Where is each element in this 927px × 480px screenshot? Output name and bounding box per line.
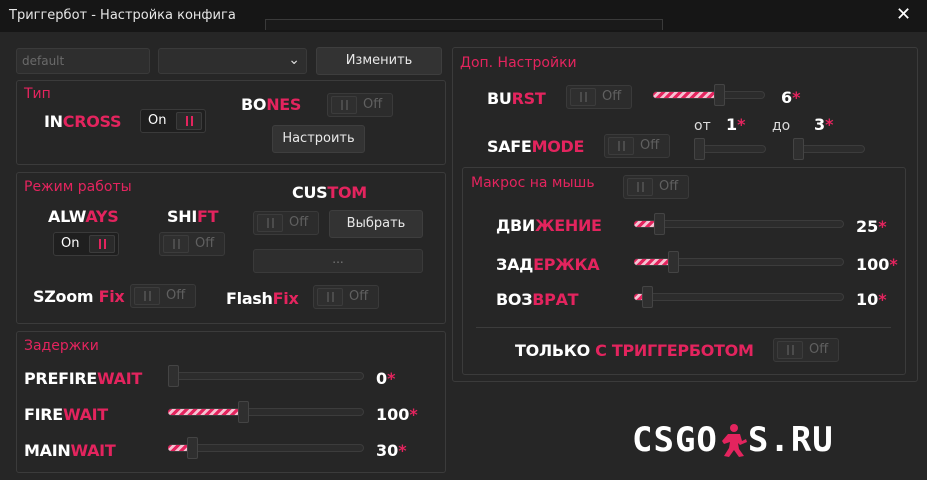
csgo-logo-watermark: CSGO S.RU xyxy=(632,420,834,460)
delay-label: ЗАДЕРЖКА xyxy=(496,255,600,274)
safemode-to-slider[interactable] xyxy=(793,138,865,160)
shift-toggle[interactable]: Off xyxy=(159,232,225,256)
flash-fix-label: FlashFix xyxy=(226,289,299,308)
szoom-fix-toggle[interactable]: Off xyxy=(130,284,196,308)
window-title: Триггербот - Настройка конфига xyxy=(9,8,236,23)
mode-panel-title: Режим работы xyxy=(24,179,132,195)
burst-slider[interactable] xyxy=(653,84,765,106)
main-wait-value: 30* xyxy=(376,441,407,460)
prefire-wait-label: PREFIREWAIT xyxy=(24,369,142,388)
only-with-triggerbot-label: ТОЛЬКО С ТРИГГЕРБОТОМ xyxy=(515,341,754,360)
config-name-input[interactable]: default xyxy=(16,48,150,74)
slider-thumb[interactable] xyxy=(168,365,179,387)
to-label: до xyxy=(772,118,791,134)
fire-wait-slider[interactable] xyxy=(168,401,364,423)
movement-label: ДВИЖЕНИЕ xyxy=(496,216,602,235)
soldier-icon xyxy=(721,424,747,457)
prefire-wait-slider[interactable] xyxy=(168,365,364,387)
slider-thumb[interactable] xyxy=(238,401,249,423)
bones-label: BONES xyxy=(241,95,302,114)
safemode-from-slider[interactable] xyxy=(694,138,766,160)
config-dropdown[interactable]: ⌄ xyxy=(158,48,307,74)
shift-label: SHIFT xyxy=(167,207,219,226)
toggle-knob xyxy=(608,137,634,155)
custom-toggle[interactable]: Off xyxy=(253,211,319,235)
only-with-triggerbot-toggle[interactable]: Off xyxy=(773,338,839,362)
mouse-macro-toggle[interactable]: Off xyxy=(623,175,689,199)
slider-thumb[interactable] xyxy=(654,213,665,235)
movement-value: 25* xyxy=(856,217,887,236)
slider-thumb[interactable] xyxy=(714,84,725,106)
toggle-knob xyxy=(627,178,653,196)
slider-thumb[interactable] xyxy=(694,138,705,160)
app-window: Триггербот - Настройка конфига ✕ default… xyxy=(0,0,927,480)
delays-panel-title: Задержки xyxy=(24,338,99,354)
toggle-knob xyxy=(163,235,189,253)
macro-divider xyxy=(476,327,891,328)
delay-value: 100* xyxy=(856,255,898,274)
bones-toggle[interactable]: Off xyxy=(327,93,393,117)
always-label: ALWAYS xyxy=(48,207,119,226)
delay-slider[interactable] xyxy=(634,251,844,273)
chevron-down-icon: ⌄ xyxy=(288,52,300,68)
toggle-knob xyxy=(317,288,343,306)
mouse-macro-title: Макрос на мышь xyxy=(471,175,595,191)
szoom-fix-label: SZoom Fix xyxy=(33,287,125,306)
change-button[interactable]: Изменить xyxy=(316,47,442,75)
toggle-knob xyxy=(134,287,160,305)
to-value: 3* xyxy=(814,115,834,134)
close-icon[interactable]: ✕ xyxy=(896,4,911,25)
slider-thumb[interactable] xyxy=(668,251,679,273)
safemode-toggle[interactable]: Off xyxy=(604,134,670,158)
always-toggle[interactable]: On xyxy=(53,232,119,256)
configure-button[interactable]: Настроить xyxy=(272,125,365,153)
toggle-knob xyxy=(176,112,202,130)
fire-wait-label: FIREWAIT xyxy=(24,405,108,424)
toggle-knob xyxy=(331,96,357,114)
burst-toggle[interactable]: Off xyxy=(566,85,632,109)
toggle-knob xyxy=(89,235,115,253)
burst-label: BURST xyxy=(487,89,546,108)
main-wait-slider[interactable] xyxy=(168,437,364,459)
incross-toggle[interactable]: On xyxy=(140,109,206,133)
slider-thumb[interactable] xyxy=(187,437,198,459)
slider-thumb[interactable] xyxy=(793,138,804,160)
custom-key-field[interactable]: ... xyxy=(253,249,423,273)
extra-settings-title: Доп. Настройки xyxy=(460,55,577,71)
incross-label: INCROSS xyxy=(44,112,122,131)
from-label: от xyxy=(694,118,711,134)
return-value: 10* xyxy=(856,290,887,309)
burst-value: 6* xyxy=(781,88,801,107)
toggle-knob xyxy=(257,214,283,232)
title-bar: Триггербот - Настройка конфига ✕ xyxy=(0,0,927,32)
safemode-label: SAFEMODE xyxy=(487,137,585,156)
slider-thumb[interactable] xyxy=(642,286,653,308)
from-value: 1* xyxy=(726,115,746,134)
type-panel-title: Тип xyxy=(24,86,51,102)
prefire-wait-value: 0* xyxy=(376,369,396,388)
return-label: ВОЗВРАТ xyxy=(496,290,579,309)
movement-slider[interactable] xyxy=(634,213,844,235)
title-tab-strip xyxy=(265,19,663,30)
flash-fix-toggle[interactable]: Off xyxy=(313,285,379,309)
custom-label: CUSTOM xyxy=(292,183,367,202)
main-wait-label: MAINWAIT xyxy=(24,441,116,460)
fire-wait-value: 100* xyxy=(376,405,418,424)
toggle-knob xyxy=(570,88,596,106)
select-button[interactable]: Выбрать xyxy=(329,210,423,238)
toggle-knob xyxy=(777,341,803,359)
return-slider[interactable] xyxy=(634,286,844,308)
